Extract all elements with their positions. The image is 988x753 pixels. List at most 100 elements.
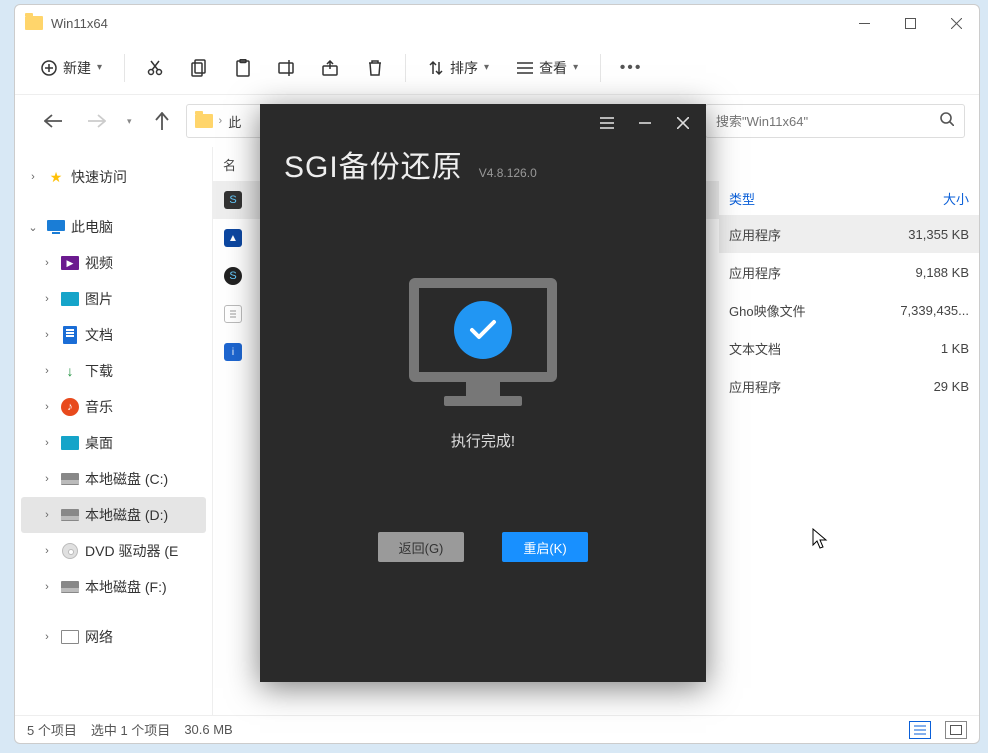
back-button[interactable]: 返回(G) bbox=[378, 532, 464, 562]
nav-desktop[interactable]: ›桌面 bbox=[21, 425, 206, 461]
label: 此电脑 bbox=[71, 217, 113, 237]
type: 应用程序 bbox=[729, 225, 879, 244]
window-controls bbox=[841, 7, 979, 39]
label: 图片 bbox=[85, 289, 113, 309]
chevron-down-icon: ▾ bbox=[484, 62, 489, 73]
size: 1 KB bbox=[879, 341, 969, 356]
expand-icon[interactable]: › bbox=[39, 257, 55, 269]
rename-button[interactable] bbox=[267, 49, 307, 87]
col-name[interactable]: 名 bbox=[213, 147, 253, 181]
label: 网络 bbox=[85, 627, 113, 647]
dialog-menu-button[interactable] bbox=[592, 109, 622, 137]
expand-icon[interactable]: › bbox=[39, 473, 55, 485]
sgi-dialog: SGI备份还原 V4.8.126.0 执行完成! 返回(G) 重启(K) bbox=[260, 104, 706, 682]
new-button[interactable]: 新建 ▾ bbox=[29, 49, 114, 87]
maximize-button[interactable] bbox=[887, 7, 933, 39]
video-icon: ▶ bbox=[61, 256, 79, 270]
copy-button[interactable] bbox=[179, 49, 219, 87]
nav-dvd[interactable]: ›DVD 驱动器 (E bbox=[21, 533, 206, 569]
search-input[interactable] bbox=[716, 114, 940, 129]
sort-label: 排序 bbox=[450, 58, 478, 78]
expand-icon[interactable]: › bbox=[25, 171, 41, 183]
file-row-r[interactable]: 应用程序29 KB bbox=[719, 367, 979, 405]
search-bar[interactable] bbox=[705, 104, 965, 138]
expand-icon[interactable]: › bbox=[39, 545, 55, 557]
disk-icon bbox=[61, 581, 79, 593]
cut-button[interactable] bbox=[135, 49, 175, 87]
window-title: Win11x64 bbox=[51, 16, 108, 31]
right-columns: 类型 大小 应用程序31,355 KB 应用程序9,188 KB Gho映像文件… bbox=[719, 181, 979, 405]
details-view-button[interactable] bbox=[909, 721, 931, 739]
disk-icon bbox=[61, 509, 79, 521]
file-row-r[interactable]: 文本文档1 KB bbox=[719, 329, 979, 367]
more-button[interactable]: ••• bbox=[611, 49, 651, 87]
size: 9,188 KB bbox=[879, 265, 969, 280]
expand-icon[interactable]: › bbox=[39, 437, 55, 449]
dvd-icon bbox=[62, 543, 78, 559]
expand-icon[interactable]: › bbox=[39, 509, 55, 521]
forward-button[interactable] bbox=[83, 107, 111, 135]
history-chevron-icon[interactable]: ▾ bbox=[127, 116, 132, 127]
expand-icon[interactable]: › bbox=[39, 365, 55, 377]
dialog-titlebar bbox=[260, 104, 706, 142]
label: 音乐 bbox=[85, 397, 113, 417]
folder-icon bbox=[25, 16, 43, 30]
nav-videos[interactable]: ›▶视频 bbox=[21, 245, 206, 281]
nav-disk-c[interactable]: ›本地磁盘 (C:) bbox=[21, 461, 206, 497]
nav-downloads[interactable]: ›↓下载 bbox=[21, 353, 206, 389]
toolbar: 新建 ▾ 排序 ▾ 查看 ▾ ••• bbox=[15, 41, 979, 95]
app-icon: ▲ bbox=[224, 229, 242, 247]
nav-disk-f[interactable]: › 本地磁盘 (F:) bbox=[21, 569, 206, 605]
close-button[interactable] bbox=[933, 7, 979, 39]
type: 应用程序 bbox=[729, 263, 879, 282]
restart-button[interactable]: 重启(K) bbox=[502, 532, 588, 562]
type: 应用程序 bbox=[729, 377, 879, 396]
dialog-title: SGI备份还原 bbox=[284, 142, 463, 186]
nav-disk-d[interactable]: › 本地磁盘 (D:) bbox=[21, 497, 206, 533]
network-icon bbox=[61, 630, 79, 644]
search-icon[interactable] bbox=[940, 112, 954, 131]
expand-icon[interactable]: › bbox=[39, 581, 55, 593]
type: Gho映像文件 bbox=[729, 301, 879, 320]
view-button[interactable]: 查看 ▾ bbox=[505, 49, 590, 87]
nav-documents[interactable]: ›文档 bbox=[21, 317, 206, 353]
dialog-version: V4.8.126.0 bbox=[479, 166, 537, 186]
nav-quick-access[interactable]: › ★ 快速访问 bbox=[21, 159, 206, 195]
thumbnails-view-button[interactable] bbox=[945, 721, 967, 739]
paste-button[interactable] bbox=[223, 49, 263, 87]
file-row-r[interactable]: 应用程序9,188 KB bbox=[719, 253, 979, 291]
status-bar: 5 个项目 选中 1 个项目 30.6 MB bbox=[15, 715, 979, 743]
app-icon: i bbox=[224, 343, 242, 361]
expand-icon[interactable]: › bbox=[39, 631, 55, 643]
new-label: 新建 bbox=[63, 58, 91, 78]
expand-icon[interactable]: › bbox=[39, 329, 55, 341]
label: 本地磁盘 (D:) bbox=[85, 505, 168, 525]
delete-button[interactable] bbox=[355, 49, 395, 87]
col-type[interactable]: 类型 bbox=[729, 189, 879, 208]
nav-network[interactable]: › 网络 bbox=[21, 619, 206, 655]
nav-pictures[interactable]: › 图片 bbox=[21, 281, 206, 317]
back-button[interactable] bbox=[39, 107, 67, 135]
breadcrumb-item[interactable]: 此 bbox=[228, 112, 241, 131]
dialog-actions: 返回(G) 重启(K) bbox=[260, 532, 706, 682]
nav-music[interactable]: › ♪ 音乐 bbox=[21, 389, 206, 425]
dialog-header: SGI备份还原 V4.8.126.0 bbox=[260, 142, 706, 196]
up-button[interactable] bbox=[148, 107, 176, 135]
sort-button[interactable]: 排序 ▾ bbox=[416, 49, 501, 87]
minimize-button[interactable] bbox=[841, 7, 887, 39]
file-row-r[interactable]: 应用程序31,355 KB bbox=[719, 215, 979, 253]
expand-icon[interactable]: › bbox=[39, 401, 55, 413]
size: 29 KB bbox=[879, 379, 969, 394]
collapse-icon[interactable]: ⌄ bbox=[25, 221, 41, 234]
label: 本地磁盘 (F:) bbox=[85, 577, 167, 597]
nav-this-pc[interactable]: ⌄ 此电脑 bbox=[21, 209, 206, 245]
col-size[interactable]: 大小 bbox=[879, 189, 969, 208]
expand-icon[interactable]: › bbox=[39, 293, 55, 305]
music-icon: ♪ bbox=[61, 398, 79, 416]
separator bbox=[405, 54, 406, 82]
dialog-close-button[interactable] bbox=[668, 109, 698, 137]
share-button[interactable] bbox=[311, 49, 351, 87]
file-row-r[interactable]: Gho映像文件7,339,435... bbox=[719, 291, 979, 329]
dialog-minimize-button[interactable] bbox=[630, 109, 660, 137]
view-label: 查看 bbox=[539, 58, 567, 78]
